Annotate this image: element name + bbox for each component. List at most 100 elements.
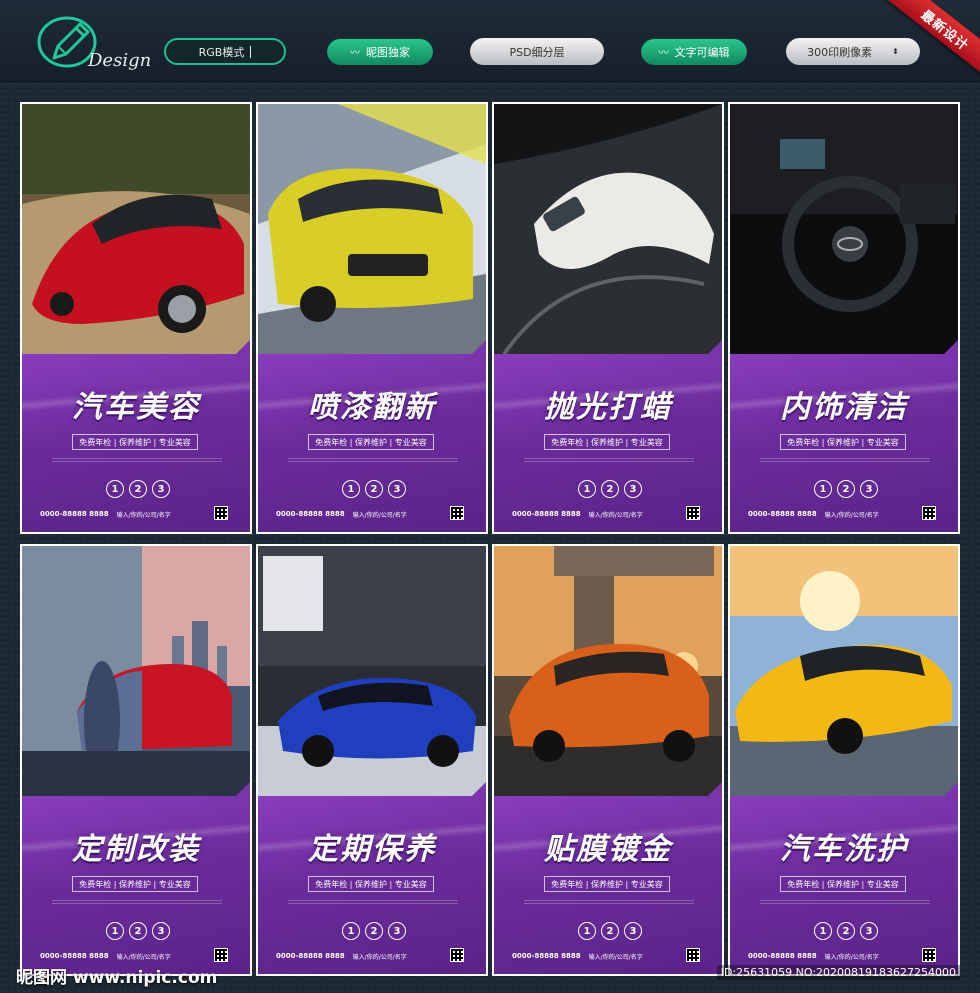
phone-number: 0000-88888 8888 — [40, 510, 109, 518]
steps-row: 1 2 3 — [342, 922, 406, 940]
company-address: 输入/你的/公司/名字 — [116, 953, 171, 961]
poster-footer: 0000-88888 8888 输入/你的/公司/名字 — [276, 951, 448, 961]
poster-card[interactable]: 定期保养 免费年检 | 保养维护 | 专业美容 1 2 3 0000-88888… — [256, 544, 488, 976]
fine-print — [288, 458, 458, 462]
top-bar: Design RGB模式 〰 昵图独家 PSD细分层 〰 文字可编辑 300印刷… — [0, 0, 980, 83]
phone-number: 0000-88888 8888 — [40, 952, 109, 960]
step-badge: 2 — [837, 922, 855, 940]
qr-code-icon — [450, 948, 464, 962]
poster-photo — [22, 104, 250, 359]
step-badge: 2 — [365, 480, 383, 498]
steps-row: 1 2 3 — [814, 922, 878, 940]
step-badge: 1 — [814, 480, 832, 498]
fine-print — [760, 458, 930, 462]
fine-print — [52, 900, 222, 904]
poster-title: 喷漆翻新 — [308, 390, 436, 425]
step-badge: 1 — [106, 922, 124, 940]
step-badge: 3 — [152, 480, 170, 498]
qr-code-icon — [450, 506, 464, 520]
phone-number: 0000-88888 8888 — [512, 510, 581, 518]
phone-number: 0000-88888 8888 — [748, 510, 817, 518]
poster-card[interactable]: 贴膜镀金 免费年检 | 保养维护 | 专业美容 1 2 3 0000-88888… — [492, 544, 724, 976]
phone-number: 0000-88888 8888 — [276, 510, 345, 518]
poster-footer: 0000-88888 8888 输入/你的/公司/名字 — [748, 951, 920, 961]
qr-code-icon — [686, 506, 700, 520]
poster-title: 定期保养 — [308, 832, 436, 867]
poster-title: 内饰清洁 — [780, 390, 908, 425]
qr-code-icon — [214, 948, 228, 962]
image-id-text: ID:25631059 NO:20200819183627254000 — [716, 965, 960, 980]
poster-card[interactable]: 内饰清洁 免费年检 | 保养维护 | 专业美容 1 2 3 0000-88888… — [728, 102, 960, 534]
step-badge: 1 — [342, 480, 360, 498]
poster-footer: 0000-88888 8888 输入/你的/公司/名字 — [512, 951, 684, 961]
stepper-arrows-icon: ⬍ — [892, 47, 899, 56]
rgb-mode-button[interactable]: RGB模式 — [164, 38, 286, 65]
steps-row: 1 2 3 — [578, 480, 642, 498]
step-badge: 1 — [578, 480, 596, 498]
fine-print — [524, 900, 694, 904]
step-badge: 1 — [342, 922, 360, 940]
qr-code-icon — [214, 506, 228, 520]
services-box: 免费年检 | 保养维护 | 专业美容 — [72, 876, 198, 892]
services-box: 免费年检 | 保养维护 | 专业美容 — [780, 434, 906, 450]
step-badge: 3 — [624, 480, 642, 498]
poster-footer: 0000-88888 8888 输入/你的/公司/名字 — [40, 951, 212, 961]
qr-code-icon — [922, 506, 936, 520]
poster-photo — [258, 546, 486, 801]
print-pixels-label: 300印刷像素 — [807, 45, 873, 59]
services-box: 免费年检 | 保养维护 | 专业美容 — [780, 876, 906, 892]
poster-footer: 0000-88888 8888 输入/你的/公司/名字 — [40, 509, 212, 519]
qr-code-icon — [686, 948, 700, 962]
company-address: 输入/你的/公司/名字 — [824, 511, 879, 519]
step-badge: 1 — [578, 922, 596, 940]
qr-code-icon — [922, 948, 936, 962]
print-pixels-select[interactable]: 300印刷像素 ⬍ — [786, 38, 920, 65]
step-badge: 1 — [814, 922, 832, 940]
nipic-exclusive-button[interactable]: 〰 昵图独家 — [327, 38, 433, 65]
poster-title: 抛光打蜡 — [544, 390, 672, 425]
poster-card[interactable]: 抛光打蜡 免费年检 | 保养维护 | 专业美容 1 2 3 0000-88888… — [492, 102, 724, 534]
poster-photo — [258, 104, 486, 359]
fine-print — [760, 900, 930, 904]
pulse-icon: 〰 — [350, 48, 360, 59]
nipic-exclusive-label: 昵图独家 — [366, 45, 410, 59]
cursor-bar-icon — [250, 45, 252, 58]
steps-row: 1 2 3 — [106, 922, 170, 940]
logo-text: Design — [88, 50, 152, 71]
step-badge: 2 — [601, 480, 619, 498]
poster-photo — [22, 546, 250, 801]
psd-layers-label: PSD细分层 — [509, 45, 565, 59]
company-address: 输入/你的/公司/名字 — [116, 511, 171, 519]
phone-number: 0000-88888 8888 — [276, 952, 345, 960]
step-badge: 3 — [860, 480, 878, 498]
steps-row: 1 2 3 — [814, 480, 878, 498]
poster-card[interactable]: 汽车洗护 免费年检 | 保养维护 | 专业美容 1 2 3 0000-88888… — [728, 544, 960, 976]
poster-photo — [730, 104, 958, 359]
poster-title: 贴膜镀金 — [544, 832, 672, 867]
step-badge: 2 — [601, 922, 619, 940]
poster-footer: 0000-88888 8888 输入/你的/公司/名字 — [276, 509, 448, 519]
fine-print — [524, 458, 694, 462]
steps-row: 1 2 3 — [106, 480, 170, 498]
poster-card[interactable]: 喷漆翻新 免费年检 | 保养维护 | 专业美容 1 2 3 0000-88888… — [256, 102, 488, 534]
step-badge: 2 — [837, 480, 855, 498]
services-box: 免费年检 | 保养维护 | 专业美容 — [308, 876, 434, 892]
step-badge: 3 — [388, 480, 406, 498]
poster-title: 汽车美容 — [72, 390, 200, 425]
services-box: 免费年检 | 保养维护 | 专业美容 — [308, 434, 434, 450]
poster-photo — [730, 546, 958, 801]
poster-footer: 0000-88888 8888 输入/你的/公司/名字 — [512, 509, 684, 519]
site-watermark: 昵图网 www.nipic.com — [16, 968, 218, 988]
phone-number: 0000-88888 8888 — [748, 952, 817, 960]
step-badge: 3 — [388, 922, 406, 940]
company-address: 输入/你的/公司/名字 — [588, 511, 643, 519]
step-badge: 3 — [860, 922, 878, 940]
psd-layers-button[interactable]: PSD细分层 — [470, 38, 604, 65]
poster-card[interactable]: 汽车美容 免费年检 | 保养维护 | 专业美容 1 2 3 0000-88888… — [20, 102, 252, 534]
services-box: 免费年检 | 保养维护 | 专业美容 — [72, 434, 198, 450]
poster-card[interactable]: 定制改装 免费年检 | 保养维护 | 专业美容 1 2 3 0000-88888… — [20, 544, 252, 976]
poster-footer: 0000-88888 8888 输入/你的/公司/名字 — [748, 509, 920, 519]
editable-text-button[interactable]: 〰 文字可编辑 — [641, 38, 747, 65]
step-badge: 3 — [624, 922, 642, 940]
step-badge: 2 — [365, 922, 383, 940]
